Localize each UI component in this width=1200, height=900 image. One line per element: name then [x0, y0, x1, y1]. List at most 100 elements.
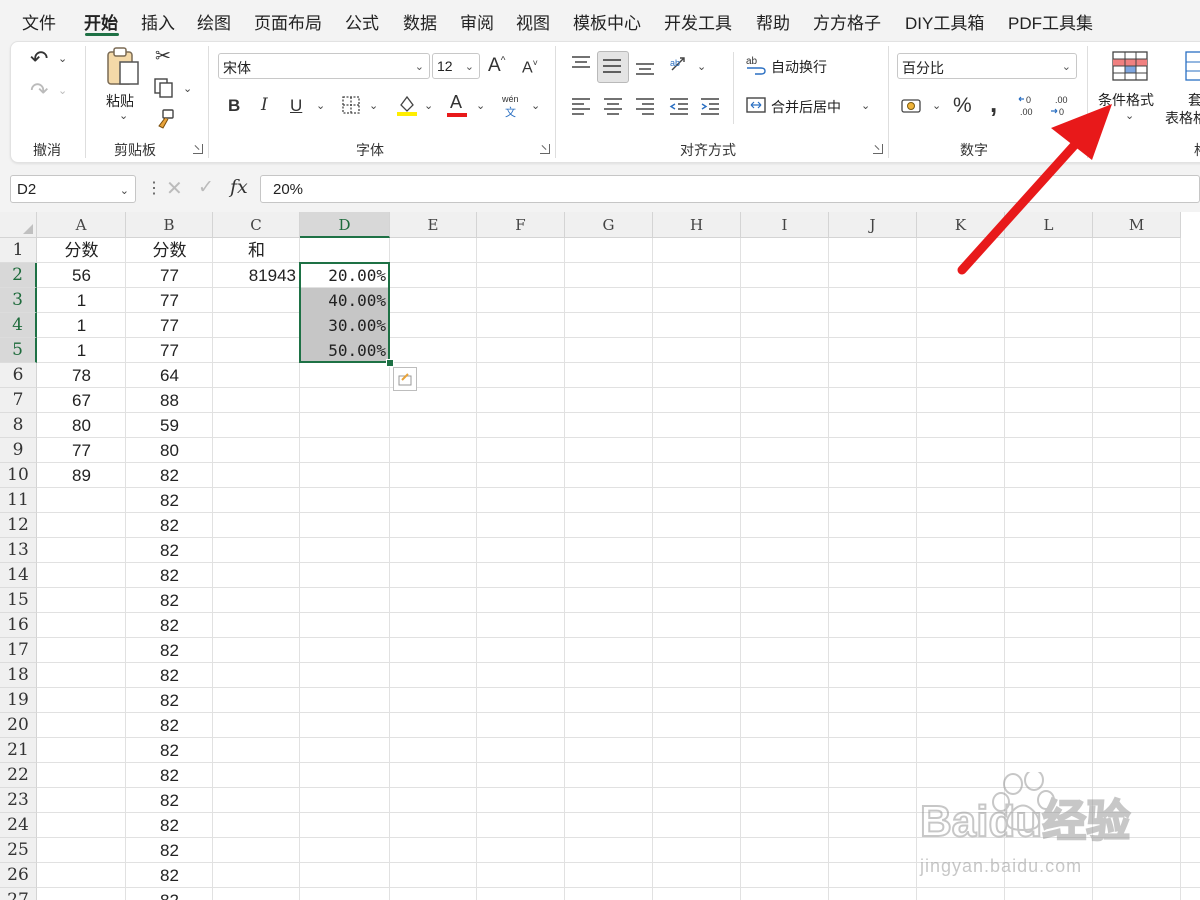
menu-file[interactable]: 文件 [22, 9, 56, 34]
conditional-formatting-dropdown-icon[interactable]: ⌄ [1125, 111, 1134, 122]
column-header[interactable]: M [1093, 212, 1181, 238]
column-header[interactable]: E [390, 212, 477, 238]
cell-a[interactable]: 56 [37, 263, 126, 288]
cell-a[interactable]: 67 [37, 388, 126, 413]
row-header[interactable]: 10 [0, 463, 37, 488]
undo-icon[interactable]: ↶ [30, 48, 48, 70]
cell-a[interactable]: 78 [37, 363, 126, 388]
cell-b[interactable]: 82 [126, 513, 213, 538]
cell-b[interactable]: 77 [126, 313, 213, 338]
column-header[interactable]: G [565, 212, 653, 238]
row-header[interactable]: 13 [0, 538, 37, 563]
merge-center-icon[interactable] [745, 95, 767, 115]
cell-b[interactable]: 82 [126, 763, 213, 788]
cell-b[interactable]: 59 [126, 413, 213, 438]
insert-function-button[interactable]: fx [230, 176, 248, 198]
merge-center-dropdown-icon[interactable]: ⌄ [861, 101, 870, 112]
conditional-formatting-label[interactable]: 条件格式 [1098, 90, 1154, 110]
font-color-icon[interactable]: A [450, 92, 462, 113]
paste-icon[interactable] [104, 46, 142, 88]
menu-home[interactable]: 开始 [84, 9, 118, 34]
phonetic-icon-top[interactable]: wén [502, 94, 519, 104]
row-header[interactable]: 26 [0, 863, 37, 888]
row-header[interactable]: 15 [0, 588, 37, 613]
cell-b[interactable]: 82 [126, 738, 213, 763]
increase-decimal-icon[interactable]: 0 .00 [1018, 93, 1044, 119]
italic-button[interactable]: I [261, 97, 268, 114]
row-header[interactable]: 12 [0, 513, 37, 538]
paste-dropdown-icon[interactable]: ⌄ [119, 111, 128, 122]
row-header[interactable]: 14 [0, 563, 37, 588]
row-header[interactable]: 20 [0, 713, 37, 738]
column-header[interactable]: D [300, 212, 390, 238]
paste-label[interactable]: 粘贴 [106, 91, 134, 111]
clipboard-launcher-icon[interactable] [193, 144, 203, 154]
redo-icon[interactable]: ↷ [30, 80, 48, 102]
redo-dropdown-icon[interactable]: ⌄ [58, 86, 67, 97]
row-header[interactable]: 5 [0, 338, 37, 363]
cell-a[interactable]: 1 [37, 313, 126, 338]
menu-template-center[interactable]: 模板中心 [573, 9, 641, 34]
format-as-table-icon[interactable] [1184, 50, 1200, 82]
undo-dropdown-icon[interactable]: ⌄ [58, 54, 67, 65]
cell-b[interactable]: 82 [126, 888, 213, 900]
underline-button[interactable]: U [290, 97, 302, 114]
cell-b[interactable]: 82 [126, 488, 213, 513]
fill-handle[interactable] [386, 359, 394, 367]
font-launcher-icon[interactable] [540, 144, 550, 154]
more-options-icon[interactable]: ⋮ [146, 178, 162, 198]
cell-b[interactable]: 82 [126, 713, 213, 738]
cell-b[interactable]: 82 [126, 813, 213, 838]
row-header[interactable]: 3 [0, 288, 37, 313]
name-box[interactable]: D2 ⌄ [10, 175, 136, 203]
row-header[interactable]: 16 [0, 613, 37, 638]
cell-b[interactable]: 82 [126, 563, 213, 588]
column-header[interactable]: K [917, 212, 1005, 238]
increase-indent-icon[interactable] [699, 96, 721, 116]
row-header[interactable]: 9 [0, 438, 37, 463]
cell-b[interactable]: 分数 [126, 238, 213, 263]
column-header[interactable]: J [829, 212, 917, 238]
menu-page-layout[interactable]: 页面布局 [254, 9, 322, 34]
formula-input[interactable]: 20% [260, 175, 1200, 203]
fill-color-icon[interactable] [396, 93, 418, 117]
decrease-indent-icon[interactable] [668, 96, 690, 116]
format-painter-icon[interactable] [154, 108, 176, 130]
merge-center-label[interactable]: 合并后居中 [771, 97, 841, 117]
menu-review[interactable]: 审阅 [460, 9, 494, 34]
cell-b[interactable]: 82 [126, 613, 213, 638]
grow-font-icon[interactable]: A^ [488, 56, 505, 75]
cut-icon[interactable]: ✂ [155, 47, 171, 66]
font-size-select[interactable]: 12 ⌄ [432, 53, 480, 79]
orientation-dropdown-icon[interactable]: ⌄ [697, 62, 706, 73]
row-header[interactable]: 21 [0, 738, 37, 763]
font-color-dropdown-icon[interactable]: ⌄ [476, 101, 485, 112]
cell-b[interactable]: 82 [126, 588, 213, 613]
align-center-icon[interactable] [602, 96, 624, 116]
menu-draw[interactable]: 绘图 [197, 9, 231, 34]
cell-a[interactable]: 1 [37, 288, 126, 313]
row-header[interactable]: 18 [0, 663, 37, 688]
row-header[interactable]: 8 [0, 413, 37, 438]
align-middle-icon[interactable] [601, 56, 623, 76]
cell-b[interactable]: 82 [126, 863, 213, 888]
border-dropdown-icon[interactable]: ⌄ [369, 101, 378, 112]
menu-help[interactable]: 帮助 [756, 9, 790, 34]
row-header[interactable]: 19 [0, 688, 37, 713]
column-header[interactable]: H [653, 212, 741, 238]
row-header[interactable]: 2 [0, 263, 37, 288]
row-header[interactable]: 7 [0, 388, 37, 413]
cell-b[interactable]: 80 [126, 438, 213, 463]
cell-b[interactable]: 77 [126, 288, 213, 313]
orientation-icon[interactable]: ab [668, 54, 692, 76]
cell-b[interactable]: 82 [126, 838, 213, 863]
cell-a[interactable]: 77 [37, 438, 126, 463]
shrink-font-icon[interactable]: A˅ [522, 59, 538, 76]
percent-style-button[interactable]: % [953, 95, 972, 116]
format-as-table-label-top[interactable]: 套 [1188, 90, 1200, 110]
cell-b[interactable]: 82 [126, 463, 213, 488]
quick-analysis-icon[interactable] [393, 367, 417, 391]
cell-a[interactable]: 1 [37, 338, 126, 363]
border-icon[interactable] [341, 95, 361, 115]
menu-view[interactable]: 视图 [516, 9, 550, 34]
